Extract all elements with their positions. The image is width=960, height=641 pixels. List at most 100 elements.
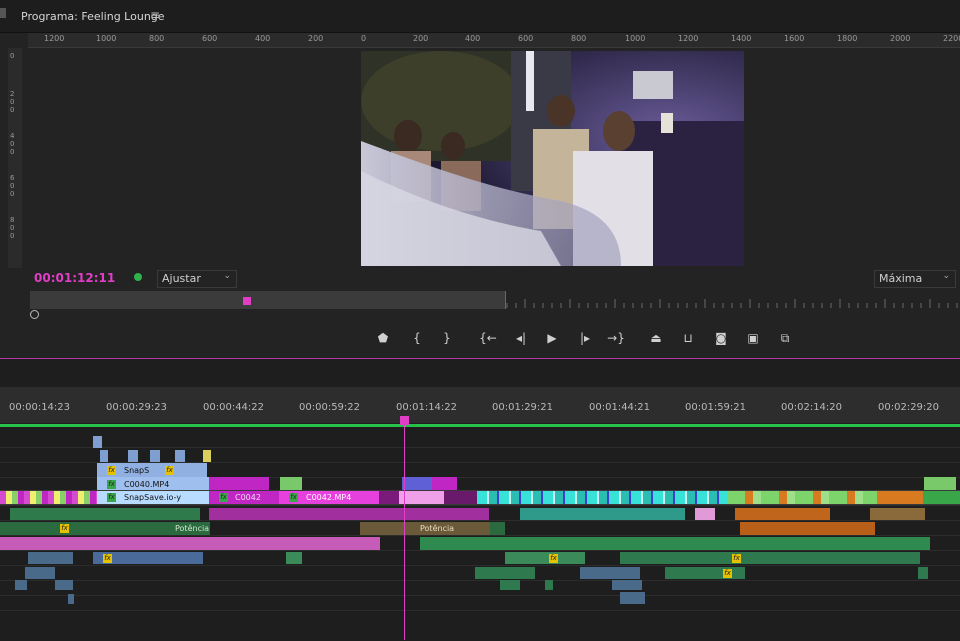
- audio-clip[interactable]: [490, 522, 505, 535]
- video-clip[interactable]: fx C0042: [209, 491, 279, 504]
- hamburger-icon[interactable]: ≡: [150, 8, 160, 22]
- panel-title[interactable]: Programa: Feeling Lounge: [21, 10, 165, 23]
- track-divider: [0, 520, 960, 521]
- ruler-tick: 400: [465, 34, 481, 43]
- audio-clip[interactable]: [620, 592, 645, 604]
- audio-clip[interactable]: [25, 567, 55, 579]
- audio-clip[interactable]: [10, 508, 200, 520]
- timeline-tick: 00:00:14:23: [9, 402, 71, 413]
- ruler-tick: 1600: [784, 34, 805, 43]
- video-clip[interactable]: fx C0042.MP4: [279, 491, 379, 504]
- video-clip[interactable]: fx C0040.MP4: [97, 477, 209, 491]
- video-clip[interactable]: fx SnapS fx: [97, 463, 207, 477]
- audio-clip[interactable]: fx: [620, 552, 920, 564]
- ruler-tick: 600: [518, 34, 534, 43]
- audio-clip[interactable]: [612, 580, 642, 590]
- timeline-ruler[interactable]: 00:00:14:23 00:00:29:23 00:00:44:22 00:0…: [0, 387, 960, 423]
- go-to-out-icon[interactable]: →}: [607, 330, 625, 346]
- audio-clip[interactable]: [55, 580, 73, 590]
- ruler-tick: 0: [10, 52, 15, 60]
- audio-clip[interactable]: [420, 537, 930, 550]
- video-clip[interactable]: [175, 450, 185, 462]
- video-clip[interactable]: [203, 450, 211, 462]
- audio-clip[interactable]: [695, 508, 715, 520]
- clip-label: SnapS: [124, 466, 150, 475]
- audio-clip[interactable]: fx: [505, 552, 585, 564]
- video-clip[interactable]: [379, 491, 399, 504]
- playhead-timecode[interactable]: 00:01:12:11: [34, 271, 115, 285]
- video-preview[interactable]: [361, 51, 744, 266]
- track-divider: [0, 535, 960, 536]
- video-clip[interactable]: [399, 491, 444, 504]
- audio-clip[interactable]: [870, 508, 925, 520]
- go-to-in-icon[interactable]: {←: [479, 330, 497, 346]
- audio-clip[interactable]: [68, 594, 74, 604]
- audio-clip[interactable]: [0, 537, 380, 550]
- ruler-tick: 200: [308, 34, 324, 43]
- audio-clip[interactable]: [500, 580, 520, 590]
- fx-badge-icon: fx: [289, 493, 298, 502]
- audio-clip[interactable]: [740, 522, 875, 535]
- audio-clip[interactable]: [545, 580, 553, 590]
- export-frame-icon[interactable]: ◙: [712, 330, 730, 346]
- audio-clip[interactable]: fx Potência: [0, 522, 210, 535]
- ruler-tick: 6 0 0: [10, 174, 15, 198]
- fx-badge-icon: fx: [219, 493, 228, 502]
- timeline-tick: 00:01:14:22: [396, 402, 458, 413]
- audio-clip[interactable]: [286, 552, 302, 564]
- video-clip[interactable]: [402, 477, 432, 491]
- timeline-tick: 00:01:29:21: [492, 402, 554, 413]
- scrubber-range[interactable]: [30, 291, 506, 309]
- audio-clip[interactable]: [735, 508, 830, 520]
- zoom-fit-select[interactable]: Ajustar ⌄: [157, 270, 237, 288]
- audio-clip[interactable]: fx: [665, 567, 745, 579]
- video-clip[interactable]: fx SnapSave.io-y: [97, 491, 209, 504]
- video-clip[interactable]: [100, 450, 108, 462]
- audio-clip[interactable]: [475, 567, 535, 579]
- video-clip[interactable]: [477, 491, 727, 504]
- audio-clip[interactable]: [580, 567, 640, 579]
- ruler-tick: 0: [361, 34, 367, 43]
- video-clip[interactable]: [93, 436, 102, 448]
- audio-clip[interactable]: [15, 580, 27, 590]
- video-clip[interactable]: [444, 491, 477, 504]
- out-point-icon[interactable]: }: [438, 330, 456, 346]
- audio-clip[interactable]: Potência: [360, 522, 490, 535]
- video-clip[interactable]: [209, 477, 269, 491]
- audio-clip[interactable]: fx: [93, 552, 203, 564]
- video-clip[interactable]: [924, 477, 956, 491]
- monitor-playhead[interactable]: [243, 297, 251, 305]
- video-clip[interactable]: [432, 477, 457, 491]
- compare-icon[interactable]: ▣: [744, 330, 762, 346]
- clip-label: C0042: [235, 493, 261, 502]
- timeline-playhead[interactable]: [400, 416, 409, 425]
- fx-badge-icon: fx: [549, 554, 558, 563]
- step-forward-icon[interactable]: |▸: [576, 330, 594, 346]
- track-divider: [0, 595, 960, 596]
- in-point-icon[interactable]: {: [408, 330, 426, 346]
- video-clip[interactable]: [877, 491, 923, 504]
- marker-icon[interactable]: ⬟: [374, 330, 392, 346]
- video-clip[interactable]: [280, 477, 302, 491]
- extract-icon[interactable]: ⊔: [679, 330, 697, 346]
- video-clip[interactable]: [923, 491, 960, 504]
- audio-clip[interactable]: [209, 508, 489, 520]
- ruler-tick: 600: [202, 34, 218, 43]
- clip-label: Potência: [420, 524, 455, 533]
- video-clip[interactable]: [150, 450, 160, 462]
- play-icon[interactable]: ▶: [543, 330, 561, 346]
- audio-clip[interactable]: [918, 567, 928, 579]
- lift-icon[interactable]: ⏏: [647, 330, 665, 346]
- comparison-view-icon[interactable]: ⧉: [776, 330, 794, 346]
- step-back-icon[interactable]: ◂|: [512, 330, 530, 346]
- audio-clip[interactable]: [520, 508, 685, 520]
- video-frame-image: [361, 51, 744, 266]
- audio-clip[interactable]: [28, 552, 73, 564]
- video-clip[interactable]: [0, 491, 97, 504]
- zoom-handle-icon[interactable]: [30, 310, 39, 319]
- video-clip[interactable]: [727, 491, 877, 504]
- video-clip[interactable]: [128, 450, 138, 462]
- panel-edge-icon[interactable]: [0, 8, 6, 18]
- playback-resolution-select[interactable]: Máxima ⌄: [874, 270, 956, 288]
- ruler-tick: 8 0 0: [10, 216, 15, 240]
